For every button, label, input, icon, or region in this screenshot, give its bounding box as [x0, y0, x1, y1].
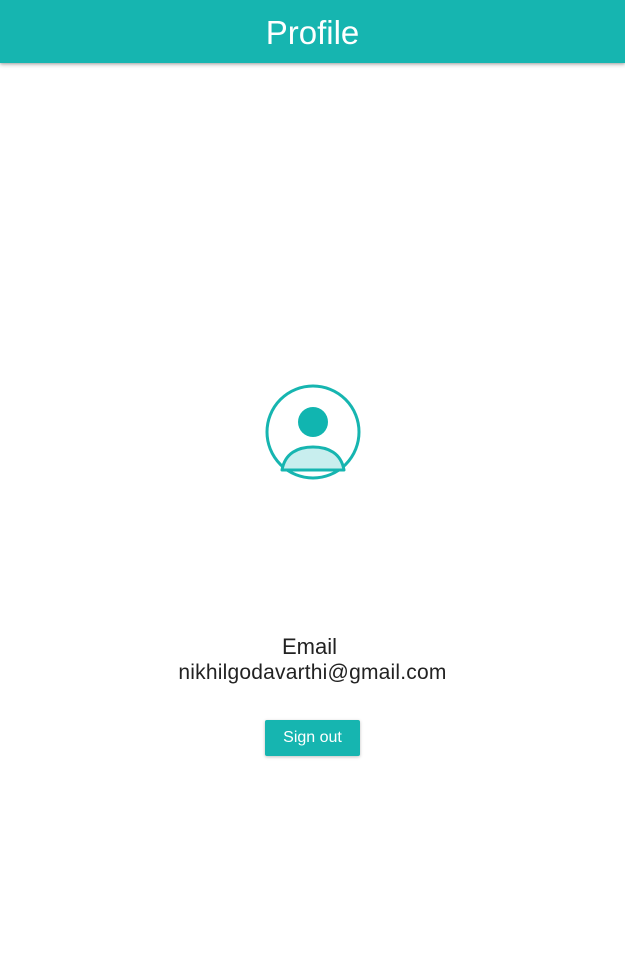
- email-section: Email nikhilgodavarthi@gmail.com: [0, 634, 625, 686]
- sign-out-button[interactable]: Sign out: [265, 720, 360, 756]
- profile-screen: Profile Email nikhilgodavarthi@gmail.com…: [0, 0, 625, 957]
- page-title: Profile: [265, 13, 360, 51]
- email-value: nikhilgodavarthi@gmail.com: [178, 661, 447, 684]
- email-label: Email: [281, 634, 337, 659]
- app-bar: Profile: [0, 0, 625, 63]
- user-avatar-icon: [264, 383, 362, 481]
